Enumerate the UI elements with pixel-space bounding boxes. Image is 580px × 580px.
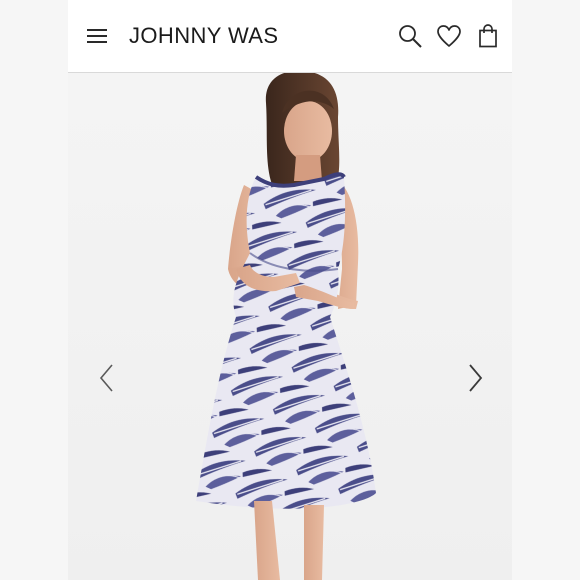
heart-icon[interactable]: [435, 22, 463, 50]
product-image-gallery: [68, 73, 512, 580]
site-header: JOHNNY WAS: [68, 0, 512, 73]
product-photo: [196, 73, 376, 580]
search-icon[interactable]: [396, 22, 424, 50]
chevron-right-icon[interactable]: [460, 361, 488, 395]
hamburger-menu-icon[interactable]: [84, 24, 110, 48]
product-page: JOHNNY WAS: [68, 0, 512, 580]
brand-logo[interactable]: JOHNNY WAS: [129, 20, 278, 52]
shopping-bag-icon[interactable]: [474, 22, 502, 50]
chevron-left-icon[interactable]: [94, 361, 122, 395]
